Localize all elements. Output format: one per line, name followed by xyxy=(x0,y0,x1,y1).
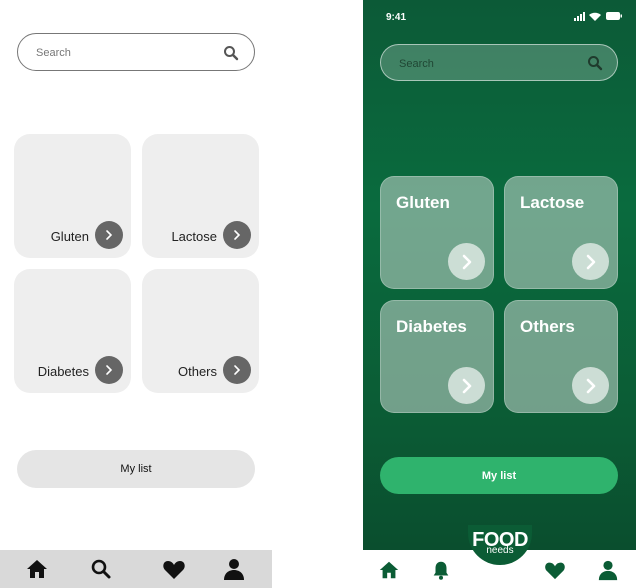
search-icon[interactable] xyxy=(587,55,603,71)
chevron-right-icon[interactable] xyxy=(95,221,123,249)
my-list-button[interactable]: My list xyxy=(17,450,255,488)
heart-icon[interactable] xyxy=(162,558,186,580)
bottom-nav xyxy=(0,550,272,588)
category-label: Diabetes xyxy=(396,317,467,336)
chevron-right-icon[interactable] xyxy=(223,356,251,384)
status-time: 9:41 xyxy=(386,12,407,23)
search-input[interactable] xyxy=(399,56,579,72)
category-label: Lactose xyxy=(520,193,585,212)
search-bar[interactable] xyxy=(17,33,255,71)
category-label: Diabetes xyxy=(37,364,89,379)
chevron-right-icon[interactable] xyxy=(95,356,123,384)
category-card-diabetes[interactable]: Diabetes xyxy=(380,300,494,413)
user-icon[interactable] xyxy=(222,558,246,580)
chevron-right-icon[interactable] xyxy=(223,221,251,249)
my-list-button[interactable]: My list xyxy=(380,457,618,494)
category-card-others[interactable]: Others xyxy=(142,269,259,393)
category-label: Others xyxy=(177,364,217,379)
user-icon[interactable] xyxy=(597,559,619,581)
search-icon[interactable] xyxy=(223,45,239,61)
category-card-lactose[interactable]: Lactose xyxy=(142,134,259,258)
category-card-gluten[interactable]: Gluten xyxy=(380,176,494,289)
chevron-right-icon[interactable] xyxy=(572,367,609,404)
chevron-right-icon[interactable] xyxy=(448,243,485,280)
search-bar[interactable] xyxy=(380,44,618,81)
category-card-others[interactable]: Others xyxy=(504,300,618,413)
heart-icon[interactable] xyxy=(544,559,566,581)
category-card-lactose[interactable]: Lactose xyxy=(504,176,618,289)
category-card-diabetes[interactable]: Diabetes xyxy=(14,269,131,393)
bell-icon[interactable] xyxy=(430,559,452,581)
search-icon[interactable] xyxy=(89,558,113,580)
category-label: Others xyxy=(520,317,575,336)
chevron-right-icon[interactable] xyxy=(572,243,609,280)
category-card-gluten[interactable]: Gluten xyxy=(14,134,131,258)
app-screen: 9:41 Gluten Lactose Diabetes Other xyxy=(363,0,636,588)
wireframe-screen: Gluten Lactose Diabetes Others My list xyxy=(0,0,272,588)
category-label: Gluten xyxy=(50,229,89,244)
search-input[interactable] xyxy=(36,45,216,61)
category-label: Gluten xyxy=(396,193,450,212)
home-icon[interactable] xyxy=(25,558,49,580)
category-label: Lactose xyxy=(171,229,217,244)
home-icon[interactable] xyxy=(378,559,400,581)
logo-needs-text: needs xyxy=(486,545,514,556)
chevron-right-icon[interactable] xyxy=(448,367,485,404)
status-icons xyxy=(574,12,622,21)
